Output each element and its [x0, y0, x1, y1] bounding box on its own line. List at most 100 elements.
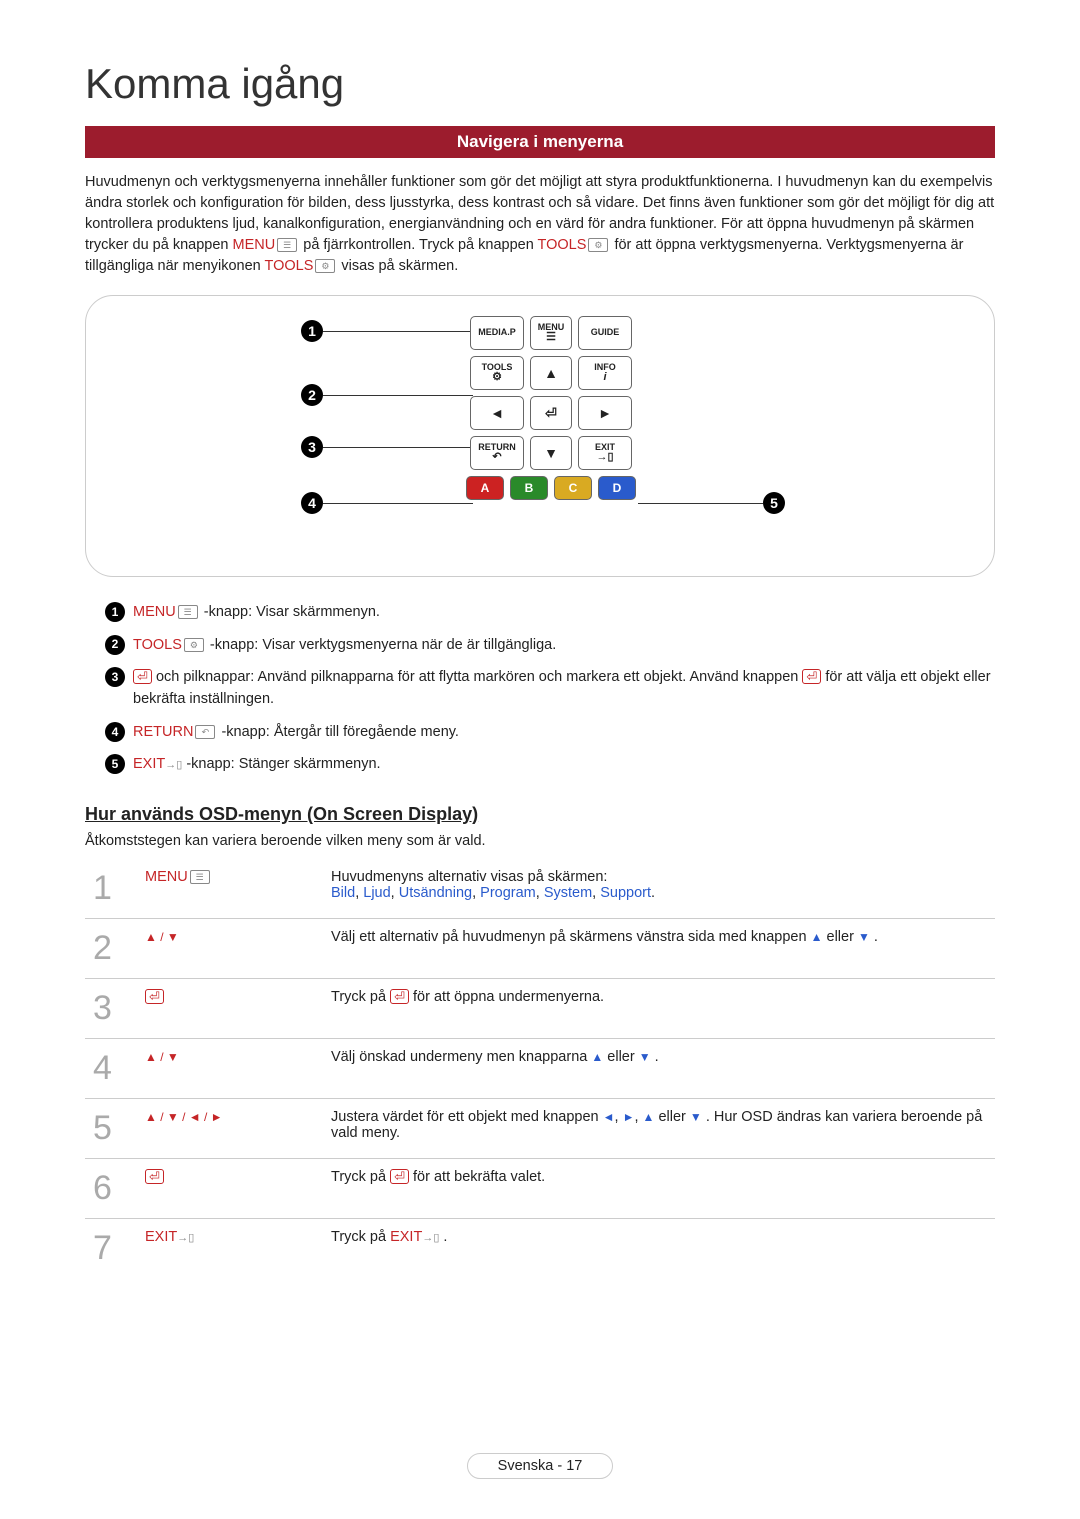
- intro-text-4: visas på skärmen.: [341, 258, 458, 274]
- cat-support: Support: [600, 885, 651, 901]
- intro-text-2: på fjärrkontrollen. Tryck på knappen: [303, 237, 537, 253]
- page-footer: Svenska - 17: [0, 1453, 1080, 1479]
- tools-icon: ⚙: [588, 238, 608, 252]
- step-number: 4: [85, 1038, 137, 1098]
- right-button[interactable]: ►: [578, 396, 632, 430]
- step-desc-6b: för att bekräfta valet.: [413, 1169, 545, 1185]
- table-row: 3 ⏎ Tryck på ⏎ för att öppna undermenyer…: [85, 978, 995, 1038]
- info-button[interactable]: INFOi: [578, 356, 632, 390]
- table-row: 5 ▲ / ▼ / ◄ / ► Justera värdet för ett o…: [85, 1098, 995, 1158]
- callout-dot-1: 1: [301, 320, 323, 342]
- step-key-all-arrows: ▲ / ▼ / ◄ / ►: [145, 1110, 223, 1124]
- exit-icon: →▯: [165, 759, 182, 771]
- legend-dot-3: 3: [105, 667, 125, 687]
- legend-dot-4: 4: [105, 722, 125, 742]
- tools-label-inline-2: TOOLS: [265, 258, 314, 274]
- menu-icon: ☰: [277, 238, 297, 252]
- enter-icon: ⏎: [802, 669, 821, 684]
- legend-label-5: EXIT: [133, 756, 165, 772]
- legend-label-4: RETURN: [133, 724, 193, 740]
- up-arrow-icon: ▲: [643, 1110, 655, 1124]
- footer-page-number: 17: [566, 1458, 582, 1474]
- left-button[interactable]: ◄: [470, 396, 524, 430]
- callout-dot-2: 2: [301, 384, 323, 406]
- step-key-updown: ▲ / ▼: [145, 1050, 179, 1064]
- section-heading-bar: Navigera i menyerna: [85, 126, 995, 158]
- exit-button[interactable]: EXIT→▯: [578, 436, 632, 470]
- enter-icon: ⏎: [145, 989, 164, 1004]
- step-key-menu: MENU: [145, 869, 188, 885]
- legend-text-2: -knapp: Visar verktygsmenyerna när de är…: [210, 637, 556, 653]
- step-desc-2a: Välj ett alternativ på huvudmenyn på skä…: [331, 929, 811, 945]
- table-row: 4 ▲ / ▼ Välj önskad undermeny men knappa…: [85, 1038, 995, 1098]
- osd-steps-table: 1 MENU☰ Huvudmenyns alternativ visas på …: [85, 859, 995, 1278]
- legend-text-3a: och pilknappar: Använd pilknapparna för …: [156, 669, 802, 685]
- step-desc-2c: .: [874, 929, 878, 945]
- return-button[interactable]: RETURN↶: [470, 436, 524, 470]
- step-number: 6: [85, 1158, 137, 1218]
- color-b-button[interactable]: B: [510, 476, 548, 500]
- tools-button[interactable]: TOOLS⚙: [470, 356, 524, 390]
- return-icon: ↶: [195, 725, 215, 739]
- legend-label-1: MENU: [133, 604, 176, 620]
- cat-utsandning: Utsändning: [399, 885, 472, 901]
- menu-icon: ☰: [190, 870, 210, 884]
- up-arrow-icon: ▲: [591, 1050, 603, 1064]
- step-number: 5: [85, 1098, 137, 1158]
- table-row: 2 ▲ / ▼ Välj ett alternativ på huvudmeny…: [85, 918, 995, 978]
- enter-icon: ⏎: [390, 1169, 409, 1184]
- step-desc-1a: Huvudmenyns alternativ visas på skärmen:: [331, 869, 987, 885]
- exit-icon: →▯: [422, 1232, 439, 1244]
- osd-subtext: Åtkomststegen kan variera beroende vilke…: [85, 833, 995, 849]
- right-arrow-icon: ►: [623, 1110, 635, 1124]
- osd-heading: Hur används OSD-menyn (On Screen Display…: [85, 804, 995, 825]
- exit-label-inline: EXIT: [390, 1229, 422, 1245]
- cat-ljud: Ljud: [363, 885, 390, 901]
- step-number: 1: [85, 859, 137, 919]
- down-arrow-icon: ▼: [639, 1050, 651, 1064]
- guide-button[interactable]: GUIDE: [578, 316, 632, 350]
- down-arrow-icon: ▼: [690, 1110, 702, 1124]
- step-number: 7: [85, 1218, 137, 1278]
- callout-dot-3: 3: [301, 436, 323, 458]
- menu-button[interactable]: MENU☰: [530, 316, 572, 350]
- step-desc-5a: Justera värdet för ett objekt med knappe…: [331, 1109, 603, 1125]
- enter-button[interactable]: ⏎: [530, 396, 572, 430]
- step-key-updown: ▲ / ▼: [145, 930, 179, 944]
- up-button[interactable]: ▲: [530, 356, 572, 390]
- color-d-button[interactable]: D: [598, 476, 636, 500]
- step-desc-2b: eller: [827, 929, 858, 945]
- color-c-button[interactable]: C: [554, 476, 592, 500]
- menu-icon: ☰: [178, 605, 198, 619]
- step-desc-3b: för att öppna undermenyerna.: [413, 989, 604, 1005]
- intro-paragraph: Huvudmenyn och verktygsmenyerna innehåll…: [85, 172, 995, 277]
- callout-legend: 1 MENU☰ -knapp: Visar skärmmenyn. 2 TOOL…: [85, 601, 995, 776]
- cat-program: Program: [480, 885, 536, 901]
- table-row: 7 EXIT→▯ Tryck på EXIT→▯ .: [85, 1218, 995, 1278]
- table-row: 1 MENU☰ Huvudmenyns alternativ visas på …: [85, 859, 995, 919]
- cat-system: System: [544, 885, 592, 901]
- legend-text-5: -knapp: Stänger skärmmenyn.: [186, 756, 380, 772]
- step-desc-7a: Tryck på: [331, 1229, 390, 1245]
- step-key-exit: EXIT: [145, 1229, 177, 1245]
- enter-icon: ⏎: [390, 989, 409, 1004]
- left-arrow-icon: ◄: [603, 1110, 615, 1124]
- enter-icon: ⏎: [145, 1169, 164, 1184]
- footer-language: Svenska: [498, 1458, 554, 1474]
- color-a-button[interactable]: A: [466, 476, 504, 500]
- step-desc-7b: .: [443, 1229, 447, 1245]
- page-title: Komma igång: [85, 60, 995, 108]
- down-button[interactable]: ▼: [530, 436, 572, 470]
- callout-dot-5: 5: [763, 492, 785, 514]
- step-desc-6a: Tryck på: [331, 1169, 390, 1185]
- tools-icon: ⚙: [184, 638, 204, 652]
- step-desc-4c: .: [655, 1049, 659, 1065]
- cat-bild: Bild: [331, 885, 355, 901]
- table-row: 6 ⏎ Tryck på ⏎ för att bekräfta valet.: [85, 1158, 995, 1218]
- menu-label-inline: MENU: [233, 237, 276, 253]
- legend-dot-1: 1: [105, 602, 125, 622]
- media-p-button[interactable]: MEDIA.P: [470, 316, 524, 350]
- step-desc-4a: Välj önskad undermeny men knapparna: [331, 1049, 591, 1065]
- step-desc-3a: Tryck på: [331, 989, 390, 1005]
- callout-dot-4: 4: [301, 492, 323, 514]
